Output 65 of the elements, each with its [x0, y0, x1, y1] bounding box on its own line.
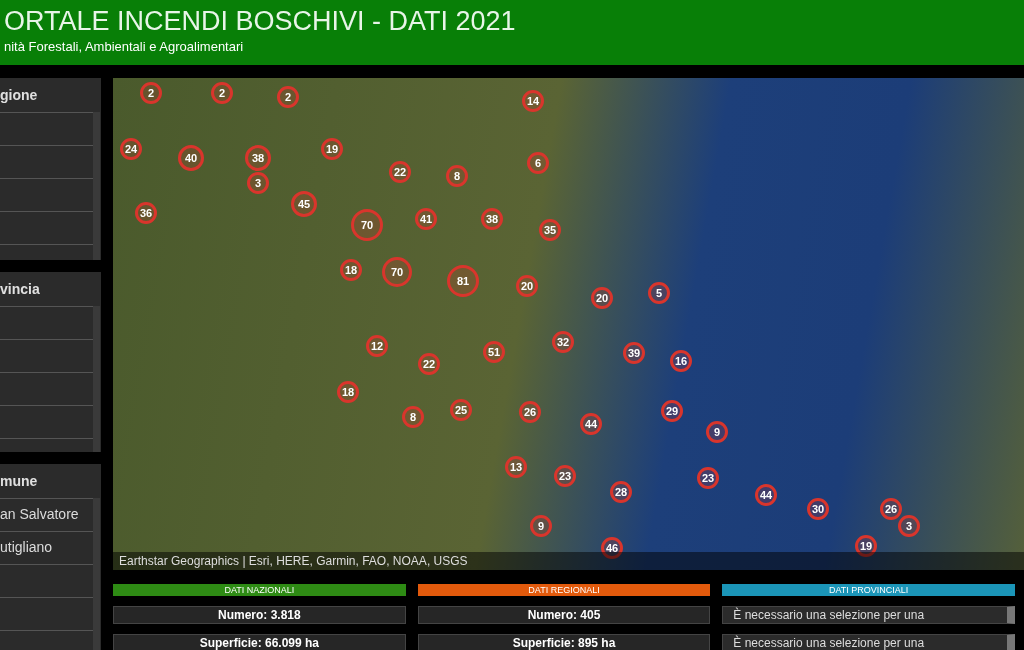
fire-count-marker[interactable]: 8 — [402, 406, 424, 428]
fire-count-marker[interactable]: 26 — [880, 498, 902, 520]
map-attribution: Earthstar Geographics | Esri, HERE, Garmin, FAO, NOAA, USGS — [113, 552, 1024, 570]
fire-count-marker[interactable]: 25 — [450, 399, 472, 421]
fire-count-marker[interactable]: 38 — [245, 145, 271, 171]
fire-count-marker[interactable]: 24 — [120, 138, 142, 160]
filter-title: gione — [0, 86, 39, 105]
fire-count-marker[interactable]: 81 — [447, 265, 479, 297]
fire-count-marker[interactable]: 36 — [135, 202, 157, 224]
fire-count-marker[interactable]: 70 — [351, 209, 383, 241]
fire-count-marker[interactable]: 9 — [530, 515, 552, 537]
stat-row: Superficie: 66.099 ha — [113, 634, 406, 650]
fire-count-marker[interactable]: 19 — [321, 138, 343, 160]
scrollbar[interactable] — [93, 306, 100, 452]
fire-count-marker[interactable]: 39 — [623, 342, 645, 364]
map-photo-placeholder[interactable]: 2 2 2 14 24 40 38 19 6 22 8 3 45 36 70 41 38 35 18 70 81 20 20 5 12 32 51 22 39 16 18 8 25 26 29 44 9 13 23 23 28 44 30 26 9 3 46 19 Earthstar Geographics | Esri, HERE, Garmin, FAO, NOAA, USGS — [113, 78, 1024, 570]
fire-count-marker[interactable]: 40 — [178, 145, 204, 171]
fire-count-marker[interactable]: 22 — [418, 353, 440, 375]
fire-count-marker[interactable]: 8 — [446, 165, 468, 187]
fire-count-marker[interactable]: 44 — [580, 413, 602, 435]
fire-count-marker[interactable]: 28 — [610, 481, 632, 503]
fire-count-marker[interactable]: 6 — [527, 152, 549, 174]
fire-count-marker[interactable]: 70 — [382, 257, 412, 287]
fire-count-marker[interactable]: 51 — [483, 341, 505, 363]
fire-count-marker[interactable]: 20 — [591, 287, 613, 309]
fire-count-marker[interactable]: 16 — [670, 350, 692, 372]
fire-count-marker[interactable]: 44 — [755, 484, 777, 506]
page-title: ORTALE INCENDI BOSCHIVI - DATI 2021 — [4, 5, 517, 38]
fire-count-marker[interactable]: 23 — [554, 465, 576, 487]
fire-count-marker[interactable]: 12 — [366, 335, 388, 357]
fire-count-marker[interactable]: 30 — [807, 498, 829, 520]
fire-count-marker[interactable]: 3 — [898, 515, 920, 537]
fire-count-marker[interactable]: 5 — [648, 282, 670, 304]
fire-count-marker[interactable]: 18 — [340, 259, 362, 281]
fire-count-marker[interactable]: 3 — [247, 172, 269, 194]
fire-count-marker[interactable]: 14 — [522, 90, 544, 112]
fire-count-marker[interactable]: 41 — [415, 208, 437, 230]
fire-count-marker[interactable]: 13 — [505, 456, 527, 478]
fire-count-marker[interactable]: 32 — [552, 331, 574, 353]
scrollbar[interactable] — [93, 498, 100, 650]
fire-count-marker[interactable]: 35 — [539, 219, 561, 241]
fire-count-marker[interactable]: 9 — [706, 421, 728, 443]
fire-count-marker[interactable]: 38 — [481, 208, 503, 230]
fire-count-marker[interactable]: 2 — [211, 82, 233, 104]
stat-row: È necessario una selezione per una — [722, 606, 1015, 624]
stat-row: Superficie: 895 ha — [417, 634, 711, 650]
fire-count-marker[interactable]: 45 — [291, 191, 317, 217]
panel-header: DATI NAZIONALI — [113, 584, 406, 596]
fire-count-marker[interactable]: 23 — [697, 467, 719, 489]
fire-count-marker[interactable]: 2 — [140, 82, 162, 104]
fire-count-marker[interactable]: 29 — [661, 400, 683, 422]
stat-row: È necessario una selezione per una — [722, 634, 1015, 650]
fire-count-marker[interactable]: 20 — [516, 275, 538, 297]
stat-row: Numero: 3.818 — [113, 606, 406, 624]
panel-header: DATI REGIONALI — [417, 584, 711, 596]
page-subtitle: nità Forestali, Ambientali e Agroalimentari — [4, 38, 245, 56]
filter-title: mune — [0, 472, 39, 491]
fire-count-marker[interactable]: 22 — [389, 161, 411, 183]
panel-header: DATI PROVINCIALI — [722, 584, 1015, 596]
filter-title: vincia — [0, 280, 41, 299]
stat-row: Numero: 405 — [417, 606, 711, 624]
fire-count-marker[interactable]: 26 — [519, 401, 541, 423]
fire-count-marker[interactable]: 18 — [337, 381, 359, 403]
scrollbar[interactable] — [93, 112, 100, 260]
fire-count-marker[interactable]: 2 — [277, 86, 299, 108]
